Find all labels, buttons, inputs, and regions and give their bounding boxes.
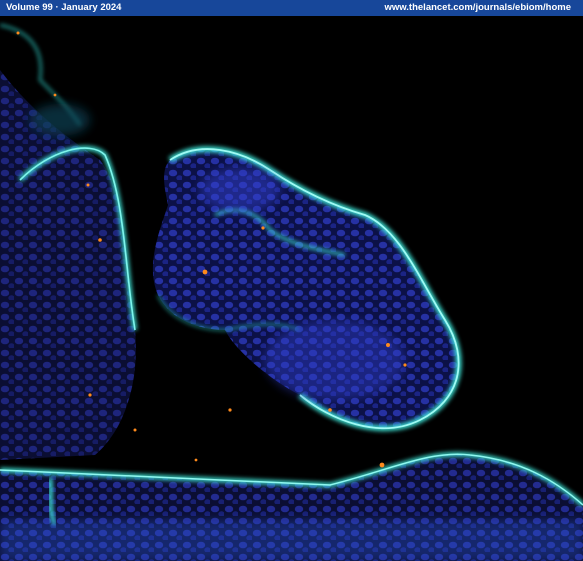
fluorescence-micrograph	[0, 16, 583, 561]
journal-url-label[interactable]: www.thelancet.com/journals/ebiom/home	[384, 2, 571, 14]
volume-date-label: Volume 99 · January 2024	[6, 2, 122, 13]
journal-header-bar: Volume 99 · January 2024 www.thelancet.c…	[0, 0, 583, 16]
